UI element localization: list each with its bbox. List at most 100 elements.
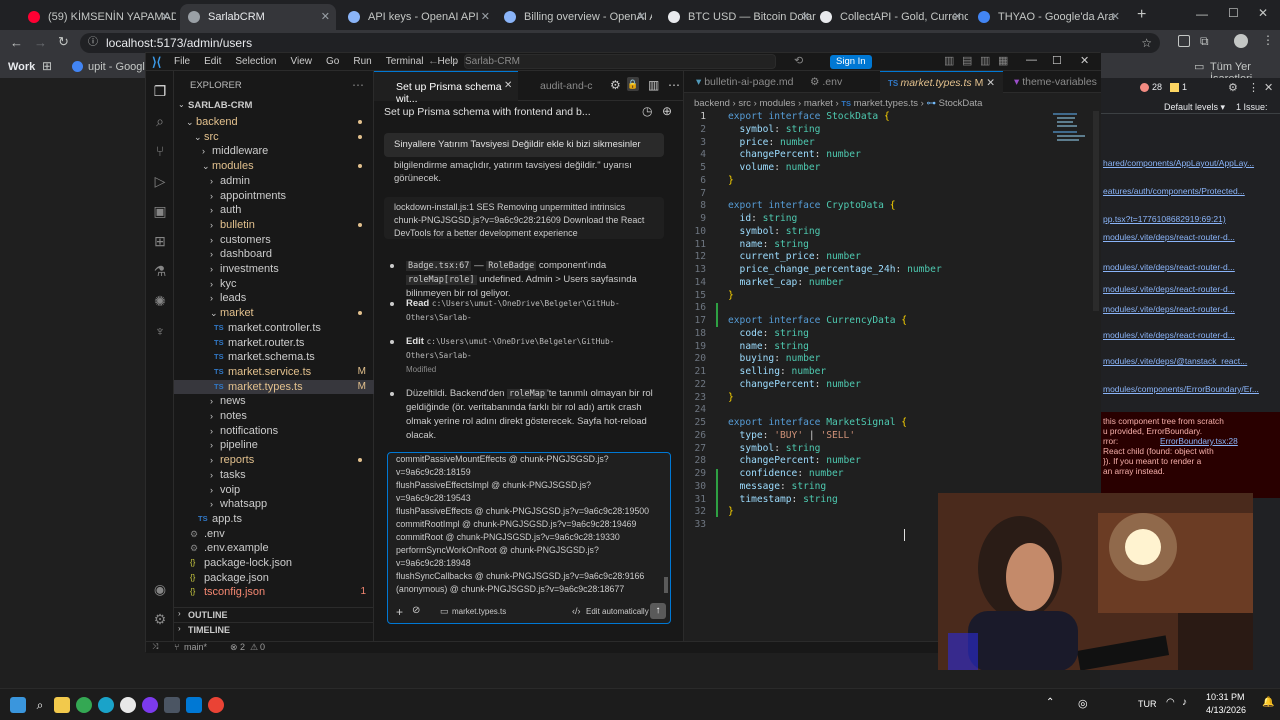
- add-context-icon[interactable]: +: [396, 605, 403, 619]
- issues-count[interactable]: 1 Issue:: [1236, 102, 1268, 112]
- tree-item[interactable]: {} package.json: [174, 571, 374, 586]
- tree-item[interactable]: TS market.types.ts M: [174, 379, 374, 395]
- tree-item[interactable]: › dashboard: [174, 247, 374, 262]
- console-source-link[interactable]: modules/.vite/deps/react-router-d...: [1103, 262, 1235, 272]
- mode-selector[interactable]: Edit automatically: [586, 607, 649, 616]
- clock-time[interactable]: 10:31 PM: [1206, 692, 1245, 702]
- copilot-icon[interactable]: ⟲: [794, 54, 803, 67]
- tray-app-icon[interactable]: ◎: [1078, 697, 1088, 710]
- browser-tab[interactable]: (59) KİMSENİN YAPAMADIĞI O...✕: [20, 4, 176, 30]
- copilot-activity-icon[interactable]: ✺: [152, 293, 168, 309]
- tree-item[interactable]: ⌄ src: [174, 130, 374, 145]
- menu-item-edit[interactable]: Edit: [204, 56, 221, 67]
- console-source-link[interactable]: pp.tsx?t=1776108682919:69:21): [1103, 214, 1226, 224]
- tab-close-icon[interactable]: ✕: [986, 77, 995, 89]
- tree-item[interactable]: TS market.schema.ts: [174, 350, 374, 365]
- chat-input-box[interactable]: commitPassiveMountEffects @ chunk-PNGJSG…: [387, 452, 671, 624]
- devtools-close-icon[interactable]: ✕: [1264, 81, 1273, 94]
- console-source-link[interactable]: eatures/auth/components/Protected...: [1103, 186, 1245, 196]
- extension-puzzle-icon[interactable]: ⧉: [1200, 34, 1209, 49]
- tree-item[interactable]: › middleware: [174, 144, 374, 159]
- language-indicator[interactable]: TUR: [1138, 699, 1157, 709]
- vs-close-button[interactable]: ✕: [1080, 54, 1089, 67]
- tree-item[interactable]: › auth: [174, 203, 374, 218]
- browser-tab[interactable]: BTC USD — Bitcoin Dolar Fiyatı✕: [660, 4, 816, 30]
- tree-item[interactable]: TS market.router.ts: [174, 336, 374, 351]
- chat-split-icon[interactable]: ▥: [648, 78, 659, 92]
- remote-icon[interactable]: ⤨: [152, 642, 158, 652]
- tab-close-icon[interactable]: ✕: [481, 10, 490, 23]
- tree-item[interactable]: TS market.controller.ts: [174, 321, 374, 336]
- tree-item[interactable]: › news: [174, 394, 374, 409]
- browser-tab[interactable]: SarlabCRM ✕: [180, 4, 336, 30]
- warning-count-status[interactable]: 0: [260, 642, 265, 652]
- tab-close-icon[interactable]: ✕: [1111, 10, 1120, 23]
- site-info-icon[interactable]: ⓘ: [88, 33, 98, 53]
- volume-icon[interactable]: ♪: [1182, 697, 1187, 708]
- tree-item[interactable]: TS market.service.ts M: [174, 365, 374, 380]
- step-3-path[interactable]: c:\Users\umut-\OneDrive\Belgeler\GitHub-…: [406, 337, 641, 363]
- chat-more-icon[interactable]: ⋯: [668, 78, 680, 92]
- editor-tab-market-types[interactable]: TS market.types.ts M ✕: [880, 71, 1004, 93]
- sign-in-button[interactable]: Sign In: [830, 55, 872, 69]
- console-source-link[interactable]: modules/.vite/deps/react-router-d...: [1103, 330, 1235, 340]
- taskbar-search-icon[interactable]: ⌕: [32, 697, 48, 713]
- tree-item[interactable]: ⌄ market: [174, 306, 374, 321]
- input-scrollbar[interactable]: [664, 577, 668, 593]
- explorer-more-icon[interactable]: ⋯: [352, 78, 364, 92]
- send-button[interactable]: ↑: [650, 603, 666, 619]
- warning-count[interactable]: 1: [1182, 82, 1187, 92]
- run-debug-icon[interactable]: ▷: [152, 173, 168, 189]
- devtools-settings-icon[interactable]: ⚙: [1228, 81, 1238, 94]
- context-file-chip[interactable]: market.types.ts: [452, 607, 506, 616]
- tree-item[interactable]: › tasks: [174, 468, 374, 483]
- console-source-link[interactable]: modules/components/ErrorBoundary/Er...: [1103, 384, 1259, 394]
- bookmark-work[interactable]: Work: [8, 61, 35, 73]
- branch-name[interactable]: main*: [184, 642, 207, 652]
- forward-icon[interactable]: →: [34, 35, 47, 50]
- tree-item[interactable]: › notes: [174, 409, 374, 424]
- windows-start-icon[interactable]: [10, 697, 26, 713]
- step-2-path[interactable]: c:\Users\umut-\OneDrive\Belgeler\GitHub-…: [406, 299, 641, 325]
- app-icon-3[interactable]: [164, 697, 180, 713]
- chat-lock-icon[interactable]: 🔒: [627, 77, 639, 91]
- console-source-link[interactable]: modules/.vite/deps/@tanstack_react...: [1103, 356, 1247, 366]
- chrome-icon[interactable]: [76, 697, 92, 713]
- tree-item[interactable]: › investments: [174, 262, 374, 277]
- file-explorer-icon[interactable]: [54, 697, 70, 713]
- reload-icon[interactable]: ↻: [58, 34, 69, 50]
- app-icon-1[interactable]: [120, 697, 136, 713]
- tree-item[interactable]: › pipeline: [174, 438, 374, 453]
- app-icon-2[interactable]: [142, 697, 158, 713]
- attach-tool-icon[interactable]: ⊘: [412, 605, 420, 616]
- error-count-status[interactable]: 2: [240, 642, 245, 652]
- editor-tab-theme[interactable]: ▾ theme-variables: [1006, 71, 1105, 93]
- command-center[interactable]: Sarlab-CRM: [464, 54, 776, 69]
- tree-item[interactable]: › kyc: [174, 277, 374, 292]
- url-field[interactable]: ⓘ localhost:5173/admin/users ☆: [80, 33, 1160, 53]
- nav-forward-icon[interactable]: →: [448, 55, 459, 67]
- chat-settings-icon[interactable]: ⚙: [610, 78, 621, 92]
- new-tab-button[interactable]: +: [1137, 6, 1146, 24]
- layout-sidebar-icon[interactable]: ▥: [944, 54, 954, 67]
- browser-menu-icon[interactable]: ⋮: [1262, 33, 1274, 47]
- devtools-more-icon[interactable]: ⋮: [1248, 81, 1259, 94]
- tree-item[interactable]: › customers: [174, 233, 374, 248]
- chat-tab-2[interactable]: audit-and-c: [540, 80, 593, 92]
- tray-chevron-icon[interactable]: ⌃: [1046, 697, 1054, 708]
- tree-item[interactable]: › appointments: [174, 189, 374, 204]
- tree-item[interactable]: › bulletin: [174, 218, 374, 233]
- menu-item-go[interactable]: Go: [326, 56, 339, 67]
- timeline-section[interactable]: › TIMELINE: [174, 622, 374, 636]
- layout-secondary-icon[interactable]: ▥: [980, 54, 990, 67]
- tree-item[interactable]: {} package-lock.json: [174, 556, 374, 571]
- tree-item[interactable]: {} tsconfig.json 1: [174, 585, 374, 600]
- tab-close-icon[interactable]: ✕: [953, 10, 962, 23]
- editor-tab-bulletin[interactable]: ▾ bulletin-ai-page.md: [688, 71, 802, 93]
- tree-item[interactable]: › notifications: [174, 424, 374, 439]
- search-icon[interactable]: ⌕: [152, 113, 168, 129]
- back-icon[interactable]: ←: [10, 35, 23, 50]
- tree-item[interactable]: ⌄ backend: [174, 115, 374, 130]
- console-source-link[interactable]: hared/components/AppLayout/AppLay...: [1103, 158, 1254, 168]
- breadcrumb-src[interactable]: src: [738, 98, 751, 109]
